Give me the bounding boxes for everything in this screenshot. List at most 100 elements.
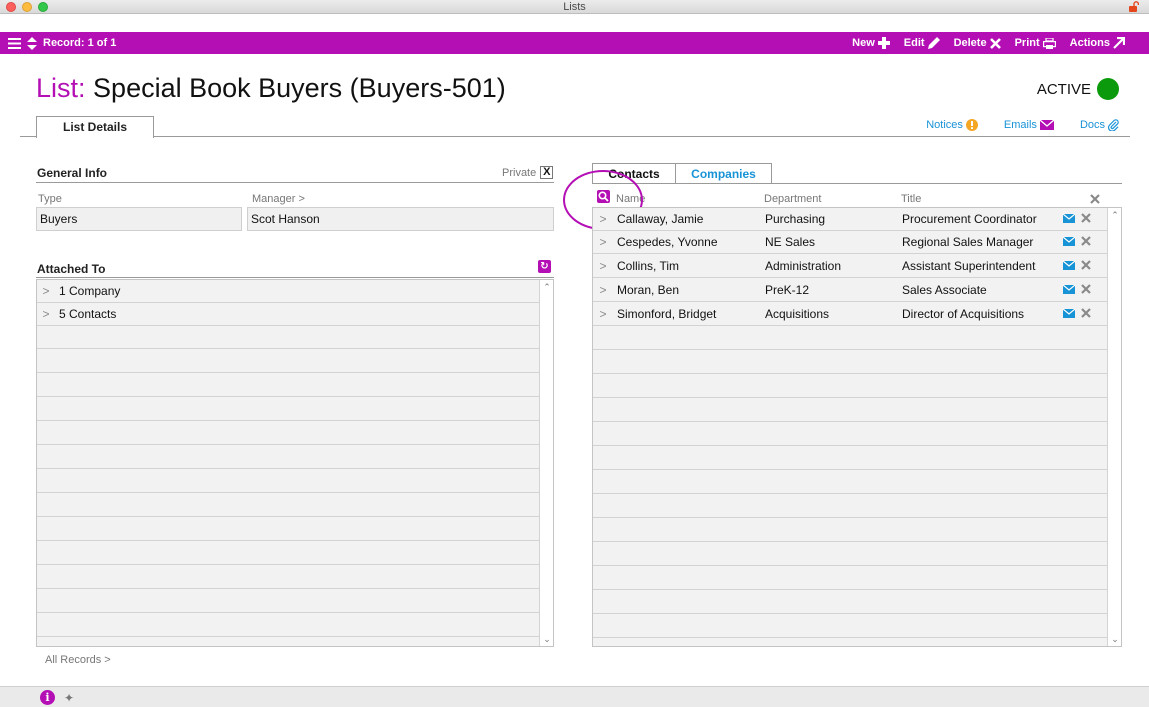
table-row[interactable]: > Collins, Tim Administration Assistant … bbox=[593, 255, 1107, 278]
empty-row bbox=[37, 566, 539, 589]
type-field[interactable]: Buyers bbox=[36, 207, 242, 231]
tab-list-details[interactable]: List Details bbox=[36, 116, 154, 138]
remove-all-icon[interactable] bbox=[1090, 194, 1100, 204]
empty-row bbox=[37, 614, 539, 637]
record-counter: Record: 1 of 1 bbox=[43, 37, 117, 49]
notices-link[interactable]: Notices bbox=[926, 119, 978, 131]
empty-row bbox=[593, 591, 1107, 614]
table-row[interactable]: > Cespedes, Yvonne NE Sales Regional Sal… bbox=[593, 231, 1107, 254]
info-icon[interactable]: i bbox=[40, 690, 55, 705]
delete-button-label: Delete bbox=[953, 37, 987, 49]
pin-icon[interactable]: ✦ bbox=[64, 691, 74, 705]
empty-row bbox=[593, 375, 1107, 398]
page-title: List: Special Book Buyers (Buyers-501) bbox=[36, 68, 506, 108]
empty-row bbox=[37, 422, 539, 445]
new-button[interactable]: New bbox=[852, 37, 890, 49]
attached-to-divider bbox=[36, 277, 554, 278]
sort-arrows-icon[interactable] bbox=[27, 36, 37, 50]
empty-row bbox=[593, 495, 1107, 518]
empty-row bbox=[593, 471, 1107, 494]
remove-icon[interactable] bbox=[1081, 284, 1091, 294]
chevron-right-icon: > bbox=[599, 259, 607, 273]
remove-icon[interactable] bbox=[1081, 260, 1091, 270]
scroll-down-icon[interactable]: ⌄ bbox=[1108, 633, 1121, 645]
general-info-heading: General Info bbox=[37, 166, 108, 180]
delete-button[interactable]: Delete bbox=[954, 37, 1001, 49]
manager-field[interactable]: Scot Hanson bbox=[247, 207, 554, 231]
search-icon[interactable] bbox=[597, 190, 610, 203]
window-title: Lists bbox=[563, 1, 586, 13]
contacts-list[interactable]: > Callaway, Jamie Purchasing Procurement… bbox=[592, 207, 1122, 647]
refresh-icon[interactable]: ↻ bbox=[538, 260, 551, 273]
remove-icon[interactable] bbox=[1081, 236, 1091, 246]
toolbar: Record: 1 of 1 New Edit Delete Print Act… bbox=[0, 32, 1149, 54]
remove-icon[interactable] bbox=[1081, 308, 1091, 318]
empty-row bbox=[37, 398, 539, 421]
attached-to-scrollbar[interactable]: ⌃ ⌄ bbox=[539, 280, 553, 646]
docs-label: Docs bbox=[1079, 119, 1105, 131]
lock-open-icon[interactable] bbox=[1129, 1, 1139, 12]
scroll-up-icon[interactable]: ⌃ bbox=[1108, 209, 1121, 221]
contact-department: PreK-12 bbox=[765, 283, 810, 297]
contact-name: Cespedes, Yvonne bbox=[617, 235, 718, 249]
envelope-icon[interactable] bbox=[1063, 284, 1075, 294]
list-item[interactable]: > 5 Contacts bbox=[37, 303, 539, 326]
remove-icon[interactable] bbox=[1081, 213, 1091, 223]
envelope-icon[interactable] bbox=[1063, 308, 1075, 318]
chevron-right-icon: > bbox=[599, 307, 607, 321]
contact-title: Sales Associate bbox=[902, 283, 987, 297]
chevron-right-icon: > bbox=[599, 283, 607, 297]
manager-label[interactable]: Manager > bbox=[252, 193, 305, 205]
contact-name: Moran, Ben bbox=[617, 283, 680, 297]
all-records-link[interactable]: All Records > bbox=[45, 654, 111, 666]
empty-row bbox=[593, 447, 1107, 470]
list-item[interactable]: > 1 Company bbox=[37, 280, 539, 303]
contacts-scrollbar[interactable]: ⌃ ⌄ bbox=[1107, 208, 1121, 646]
notices-label: Notices bbox=[926, 119, 963, 131]
column-header-department[interactable]: Department bbox=[764, 193, 821, 205]
empty-row bbox=[593, 519, 1107, 542]
column-header-name[interactable]: Name bbox=[616, 193, 645, 205]
list-item-label: 5 Contacts bbox=[59, 307, 117, 321]
table-row[interactable]: > Moran, Ben PreK-12 Sales Associate bbox=[593, 279, 1107, 302]
table-row[interactable]: > Callaway, Jamie Purchasing Procurement… bbox=[593, 208, 1107, 231]
table-row[interactable]: > Simonford, Bridget Acquisitions Direct… bbox=[593, 303, 1107, 326]
status-dot-icon bbox=[1097, 78, 1119, 100]
empty-row bbox=[37, 542, 539, 565]
edit-button[interactable]: Edit bbox=[904, 37, 940, 49]
page-title-prefix: List: bbox=[36, 73, 86, 103]
contact-title: Procurement Coordinator bbox=[902, 212, 1037, 226]
print-button[interactable]: Print bbox=[1015, 37, 1056, 49]
private-checkbox[interactable]: X bbox=[540, 166, 554, 179]
tab-companies[interactable]: Companies bbox=[676, 163, 772, 184]
contact-title: Director of Acquisitions bbox=[902, 307, 1025, 321]
scroll-down-icon[interactable]: ⌄ bbox=[540, 633, 553, 645]
private-label: Private bbox=[502, 166, 537, 179]
envelope-icon[interactable] bbox=[1063, 260, 1075, 270]
docs-link[interactable]: Docs bbox=[1080, 119, 1119, 131]
empty-row bbox=[593, 615, 1107, 638]
header-links: Notices Emails Docs bbox=[926, 119, 1119, 131]
x-icon bbox=[989, 37, 1001, 49]
list-item-label: 1 Company bbox=[59, 284, 121, 298]
type-label: Type bbox=[38, 193, 62, 205]
empty-row bbox=[593, 399, 1107, 422]
status-indicator[interactable]: ACTIVE bbox=[1037, 78, 1119, 100]
column-header-title[interactable]: Title bbox=[901, 193, 921, 205]
tab-contacts[interactable]: Contacts bbox=[592, 163, 676, 184]
scroll-up-icon[interactable]: ⌃ bbox=[540, 281, 553, 293]
contacts-tab-divider bbox=[592, 183, 1122, 184]
edit-button-label: Edit bbox=[903, 37, 925, 49]
empty-row bbox=[37, 326, 539, 349]
attached-to-list[interactable]: > 1 Company > 5 Contacts ⌃ ⌄ bbox=[36, 279, 554, 647]
envelope-icon[interactable] bbox=[1063, 236, 1075, 246]
actions-button[interactable]: Actions bbox=[1070, 37, 1125, 49]
empty-row bbox=[593, 567, 1107, 590]
contact-name: Simonford, Bridget bbox=[617, 307, 717, 321]
empty-row bbox=[37, 446, 539, 469]
hamburger-icon[interactable] bbox=[8, 37, 21, 49]
emails-link[interactable]: Emails bbox=[1004, 119, 1054, 131]
envelope-icon[interactable] bbox=[1063, 213, 1075, 223]
empty-row bbox=[37, 350, 539, 373]
empty-row bbox=[593, 351, 1107, 374]
